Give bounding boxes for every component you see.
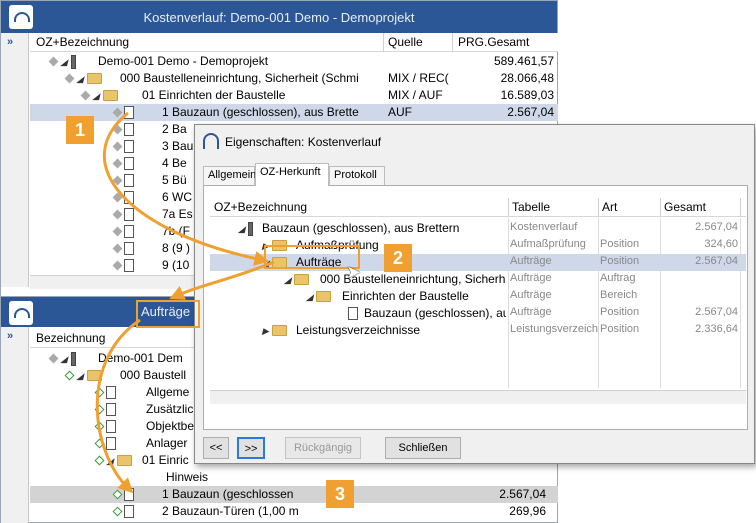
col-art[interactable]: Art — [602, 200, 617, 214]
dialog-app-icon — [203, 133, 219, 149]
document-icon — [124, 208, 135, 222]
expand-icon[interactable]: » — [7, 330, 13, 342]
table-row[interactable]: Objektbe — [30, 418, 210, 435]
dialog-row[interactable]: ▶ Leistungsverzeichnisse Leistungsverzei… — [210, 322, 746, 339]
col-tabelle[interactable]: Tabelle — [512, 200, 550, 214]
folder-open-icon — [294, 274, 310, 286]
properties-dialog: Eigenschaften: Kostenverlauf Allgemein O… — [194, 124, 755, 464]
document-icon — [124, 488, 135, 502]
document-icon — [124, 106, 135, 120]
callout-1: 1 — [66, 116, 94, 144]
document-icon — [124, 174, 135, 188]
side-toggle[interactable]: » — [1, 33, 29, 287]
table-row[interactable]: 8 (9 ) — [30, 240, 200, 257]
folder-icon — [86, 73, 102, 85]
callout-2: 2 — [384, 244, 412, 272]
undo-button[interactable]: Rückgängig — [285, 437, 361, 459]
dialog-row[interactable]: ◢ Einrichten der Baustelle Aufträge Bere… — [210, 288, 746, 305]
folder-icon — [116, 455, 132, 467]
document-icon — [106, 420, 117, 434]
document-icon — [124, 242, 135, 256]
dialog-title: Eigenschaften: Kostenverlauf — [225, 135, 382, 149]
table-row[interactable]: ◢ 01 Einrichten der Baustelle MIX / AUF … — [30, 87, 558, 104]
main-titlebar: Kostenverlauf: Demo-001 Demo - Demoproje… — [1, 1, 557, 33]
callout-3: 3 — [326, 480, 354, 508]
document-icon — [124, 123, 135, 137]
table-row[interactable]: 7a Es — [30, 206, 200, 223]
table-row[interactable]: Anlager — [30, 435, 210, 452]
table-row[interactable]: Allgeme — [30, 384, 210, 401]
folder-icon — [86, 370, 102, 382]
table-row[interactable]: ◢ 000 Baustelleneinrichtung, Sicherheit … — [30, 70, 558, 87]
table-row[interactable]: Hinweis — [30, 469, 210, 486]
prev-button[interactable]: << — [203, 437, 229, 459]
highlight-orders-title — [136, 300, 200, 328]
col-oz[interactable]: OZ+Bezeichnung — [36, 35, 129, 49]
table-row[interactable]: 2 Bauzaun-Türen (1,00 m 269,96 — [30, 503, 558, 520]
dialog-row[interactable]: Bauzaun (geschlossen), aus Aufträge Posi… — [210, 305, 746, 322]
side-toggle[interactable]: » — [1, 327, 29, 523]
table-row[interactable]: 5 Bü — [30, 172, 200, 189]
table-row[interactable]: ◢ 000 Baustell — [30, 367, 210, 384]
folder-icon — [272, 325, 288, 337]
table-row[interactable]: 4 Be — [30, 155, 200, 172]
document-icon — [124, 225, 135, 239]
tab-allgemein[interactable]: Allgemein — [203, 166, 256, 185]
folder-open-icon — [316, 291, 332, 303]
close-button[interactable]: Schließen — [385, 437, 461, 459]
table-row[interactable]: 7b (F — [30, 223, 200, 240]
app-icon[interactable] — [9, 301, 33, 325]
expand-icon[interactable]: » — [7, 36, 13, 48]
document-icon — [106, 386, 117, 400]
main-window-title: Kostenverlauf: Demo-001 Demo - Demoproje… — [143, 10, 415, 25]
document-icon — [348, 307, 358, 321]
col-total[interactable]: PRG.Gesamt — [458, 35, 529, 49]
dialog-row[interactable]: ◢ Bauzaun (geschlossen), aus Brettern Ko… — [210, 220, 746, 237]
cursor-icon: ➤ — [346, 262, 362, 282]
col-bezeichnung[interactable]: Bezeichnung — [36, 331, 105, 345]
document-icon — [124, 505, 135, 519]
document-icon — [106, 403, 117, 417]
table-row[interactable]: 2 Ba — [30, 121, 200, 138]
dialog-horizontal-scrollbar[interactable] — [210, 390, 746, 404]
main-header: OZ+Bezeichnung Quelle PRG.Gesamt — [30, 33, 558, 52]
document-icon — [124, 259, 135, 273]
table-row[interactable]: 3 Bau — [30, 138, 200, 155]
document-icon — [124, 140, 135, 154]
document-icon — [124, 157, 135, 171]
table-row[interactable]: ◢ Demo-001 Demo - Demoprojekt 589.461,57 — [30, 53, 558, 70]
tab-oz-herkunft[interactable]: OZ-Herkunft — [255, 163, 329, 186]
dialog-header: OZ+Bezeichnung Tabelle Art Gesamt — [210, 198, 746, 217]
col-oz[interactable]: OZ+Bezeichnung — [214, 200, 307, 214]
table-row-selected[interactable]: 1 Bauzaun (geschlossen), aus Brette AUF … — [30, 104, 558, 121]
tab-protokoll[interactable]: Protokoll — [329, 166, 385, 185]
document-icon — [106, 437, 117, 451]
folder-icon — [102, 90, 118, 102]
table-row-selected[interactable]: 1 Bauzaun (geschlossen 2.567,04 — [30, 486, 558, 503]
table-row[interactable]: Zusätzlic — [30, 401, 210, 418]
table-row[interactable]: 6 WC — [30, 189, 200, 206]
dialog-panel: OZ+Bezeichnung Tabelle Art Gesamt ◢ Bauz… — [203, 185, 748, 430]
next-button[interactable]: >> — [237, 437, 265, 459]
table-row[interactable]: 9 (10 — [30, 257, 200, 274]
col-quelle[interactable]: Quelle — [388, 35, 423, 49]
table-row[interactable]: ◢ 01 Einric — [30, 452, 210, 469]
dialog-row[interactable]: ◢ 000 Baustelleneinrichtung, Sicherheit … — [210, 271, 746, 288]
table-row[interactable]: ◢ Demo-001 Dem — [30, 350, 210, 367]
document-icon — [124, 191, 135, 205]
col-gesamt[interactable]: Gesamt — [664, 200, 706, 214]
